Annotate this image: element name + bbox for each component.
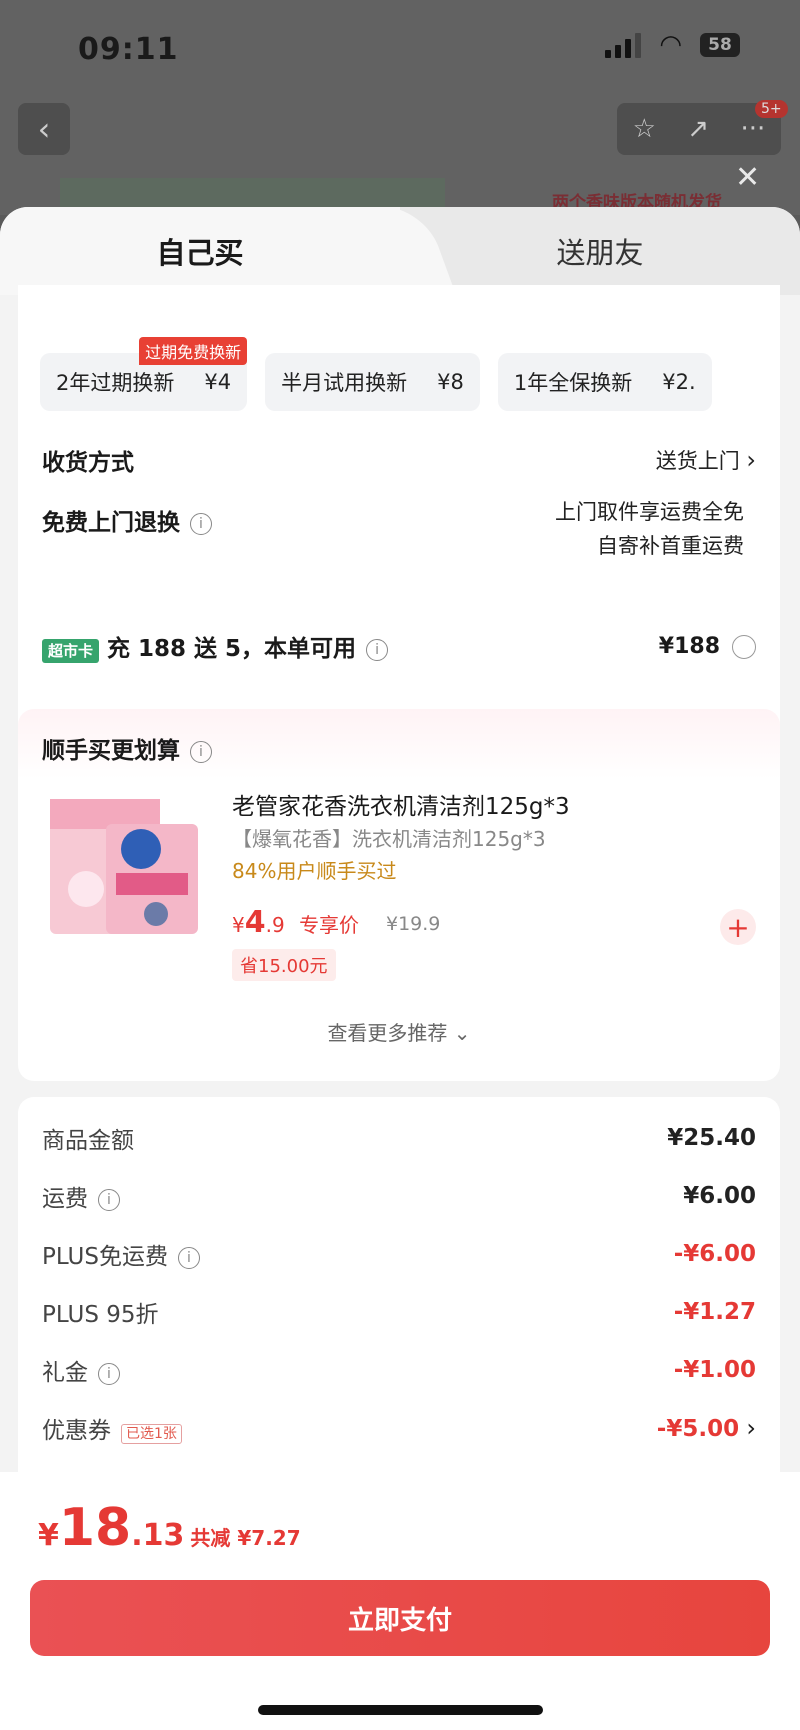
battery-icon: 58: [700, 33, 740, 57]
close-icon[interactable]: ✕: [735, 160, 760, 195]
more-recommendations-link[interactable]: 查看更多推荐 ⌄: [18, 1017, 780, 1046]
back-button[interactable]: ‹: [18, 103, 70, 155]
home-indicator: [258, 1705, 543, 1715]
coupon-chip: 已选1张: [121, 1424, 182, 1444]
info-icon[interactable]: i: [98, 1188, 120, 1211]
cellular-signal-icon: [605, 32, 642, 58]
status-time: 09:11: [78, 32, 179, 67]
tab-gift[interactable]: 送朋友: [400, 207, 800, 295]
total-discount: 共减 ¥7.27: [190, 1526, 301, 1550]
share-icon[interactable]: ↗: [687, 114, 709, 144]
wifi-icon: ◠: [659, 30, 682, 60]
summary-row-plus-discount: PLUS 95折 -¥1.27: [42, 1299, 756, 1328]
service-option-warranty[interactable]: 1年全保换新 ¥2.: [497, 353, 712, 411]
service-options: 过期免费换新 2年过期换新 ¥4 半月试用换新 ¥8 1年全保换新 ¥2.: [40, 337, 712, 411]
info-icon[interactable]: i: [98, 1362, 120, 1385]
star-icon[interactable]: ☆: [633, 114, 656, 144]
select-radio[interactable]: [732, 634, 756, 659]
service-tag: 过期免费换新: [139, 337, 248, 365]
summary-row-goods: 商品金额 ¥25.40: [42, 1125, 756, 1154]
service-option-trial[interactable]: 半月试用换新 ¥8: [265, 353, 480, 411]
product-name[interactable]: 老管家花香洗衣机清洁剂125g*3: [232, 787, 570, 821]
product-original-price: ¥19.9: [386, 913, 441, 935]
market-card-offer[interactable]: 超市卡充 188 送 5，本单可用 i ¥188: [18, 605, 780, 689]
checkout-footer: ¥18.13 共减 ¥7.27 立即支付: [0, 1472, 800, 1730]
product-subtitle: 【爆氧花香】洗衣机清洁剂125g*3: [232, 827, 546, 851]
product-image[interactable]: [46, 789, 206, 939]
delivery-row[interactable]: 收货方式 送货上门 ›: [42, 443, 756, 477]
info-icon[interactable]: i: [190, 740, 212, 763]
free-return-row: 免费上门退换 i 上门取件享运费全免 自寄补首重运费: [42, 500, 744, 558]
market-card-tag: 超市卡: [42, 639, 100, 663]
info-icon[interactable]: i: [190, 512, 212, 535]
addon-card: 顺手买更划算 i 老管家花香洗衣机清洁剂125g*3 【爆氧花香】洗衣机清洁剂12…: [18, 709, 780, 1081]
product-price: ¥4.9 专享价: [232, 905, 360, 940]
more-icon[interactable]: ···: [741, 114, 766, 144]
tab-buy-self[interactable]: 自己买: [0, 207, 400, 295]
info-icon[interactable]: i: [366, 638, 389, 661]
info-icon[interactable]: i: [177, 1246, 200, 1269]
chevron-right-icon: ›: [746, 446, 756, 474]
product-saving: 省15.00元: [232, 949, 336, 981]
cart-badge: 5+: [755, 100, 788, 118]
total-price: ¥18.13 共减 ¥7.27: [38, 1498, 301, 1558]
summary-row-coupon[interactable]: 优惠券 已选1张 -¥5.00 ›: [42, 1411, 756, 1445]
summary-row-shipping: 运费 i ¥6.00: [42, 1183, 756, 1212]
status-icons: ◠ 58: [605, 30, 740, 60]
summary-row-gift-money: 礼金 i -¥1.00: [42, 1357, 756, 1386]
pay-now-button[interactable]: 立即支付: [30, 1580, 770, 1656]
chevron-down-icon: ⌄: [453, 1021, 471, 1045]
tab-bar: 自己买 送朋友: [0, 207, 800, 295]
chevron-right-icon: ›: [746, 1414, 756, 1442]
service-option-expiry[interactable]: 过期免费换新 2年过期换新 ¥4: [40, 337, 248, 411]
summary-row-plus-shipping: PLUS免运费 i -¥6.00: [42, 1241, 756, 1270]
product-bought-rate: 84%用户顺手买过: [232, 859, 397, 883]
add-to-order-button[interactable]: +: [720, 909, 756, 945]
